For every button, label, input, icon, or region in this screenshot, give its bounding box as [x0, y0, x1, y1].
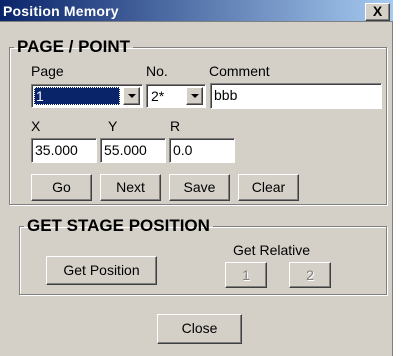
close-button[interactable]: Close: [157, 314, 242, 344]
clear-button[interactable]: Clear: [238, 174, 299, 201]
y-coordinate-field[interactable]: 55.000: [100, 138, 166, 163]
chevron-down-icon[interactable]: [123, 87, 140, 105]
point-number-select[interactable]: 2*: [146, 84, 206, 108]
position-memory-window: Position Memory X PAGE / POINT Page No. …: [0, 0, 393, 356]
comment-field[interactable]: bbb: [210, 83, 382, 109]
r-label: R: [170, 118, 181, 134]
chevron-down-icon[interactable]: [186, 87, 203, 105]
get-relative-1-button[interactable]: 1: [225, 262, 267, 288]
title-bar[interactable]: Position Memory X: [0, 0, 393, 22]
get-position-button[interactable]: Get Position: [46, 256, 157, 285]
get-relative-label: Get Relative: [233, 242, 311, 258]
save-button[interactable]: Save: [169, 174, 230, 201]
close-window-button[interactable]: X: [365, 3, 390, 21]
get-relative-2-button[interactable]: 2: [289, 262, 331, 288]
comment-label: Comment: [209, 63, 270, 79]
point-number-value: 2*: [151, 88, 165, 104]
y-label: Y: [108, 118, 118, 134]
close-icon: X: [372, 3, 383, 19]
next-button[interactable]: Next: [100, 174, 161, 201]
page-select-value: 1: [34, 87, 120, 105]
page-label: Page: [31, 63, 64, 79]
x-coordinate-field[interactable]: 35.000: [31, 138, 97, 163]
stage-position-legend: GET STAGE POSITION: [27, 216, 210, 235]
window-title: Position Memory: [3, 3, 119, 19]
x-label: X: [31, 118, 41, 134]
no-label: No.: [146, 63, 168, 79]
page-select[interactable]: 1: [31, 84, 143, 108]
page-point-legend: PAGE / POINT: [17, 37, 131, 56]
r-coordinate-field[interactable]: 0.0: [169, 138, 235, 163]
go-button[interactable]: Go: [31, 174, 92, 201]
